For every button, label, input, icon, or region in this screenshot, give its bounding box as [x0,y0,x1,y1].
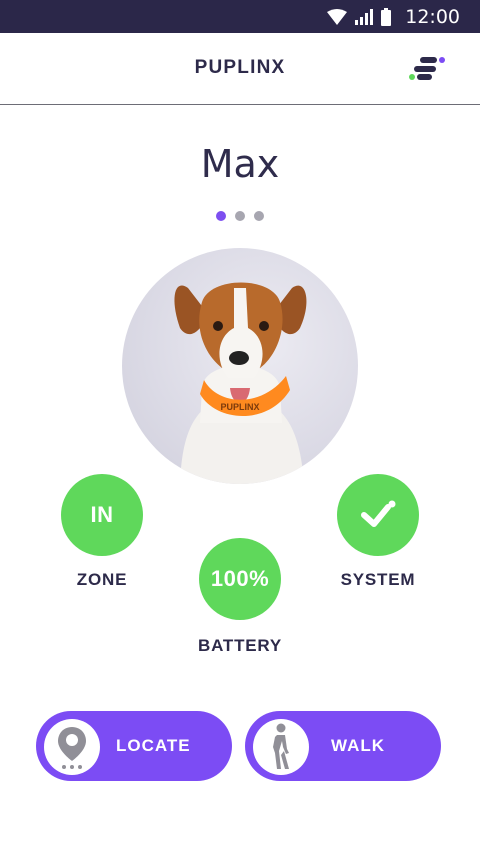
pet-name: Max [200,142,280,186]
zone-status-badge[interactable]: IN [61,474,143,556]
zone-value: IN [90,502,114,527]
pager-dot-1[interactable] [216,211,226,221]
system-status-badge[interactable] [337,474,419,556]
wifi-icon [327,8,348,25]
collar-text: PUPLINX [220,402,259,412]
status-time: 12:00 [405,5,460,28]
battery-label: BATTERY [198,636,282,655]
location-pin-icon [58,727,86,769]
battery-status-badge[interactable]: 100% [199,538,281,620]
walking-person-icon [273,723,289,769]
system-label: SYSTEM [340,570,416,589]
pager-dot-3[interactable] [254,211,264,221]
locate-icon-circle [44,719,100,775]
menu-icon [409,57,445,80]
zone-label: ZONE [76,570,128,589]
pager-dot-2[interactable] [235,211,245,221]
app-bar: PUPLINX [0,33,480,105]
battery-value: 100% [210,566,270,591]
check-icon [361,500,396,527]
dog-photo: PUPLINX [174,282,307,484]
menu-button[interactable] [408,55,448,85]
cell-signal-icon [355,8,374,25]
battery-icon [381,7,392,26]
walk-icon-circle [253,719,309,775]
pet-pager[interactable] [0,211,480,221]
locate-button[interactable]: LOCATE [36,711,232,781]
pet-avatar: PUPLINX [122,248,358,484]
walk-label: WALK [331,736,386,755]
locate-label: LOCATE [116,736,191,755]
walk-button[interactable]: WALK [245,711,441,781]
status-bar: 12:00 [0,0,480,33]
